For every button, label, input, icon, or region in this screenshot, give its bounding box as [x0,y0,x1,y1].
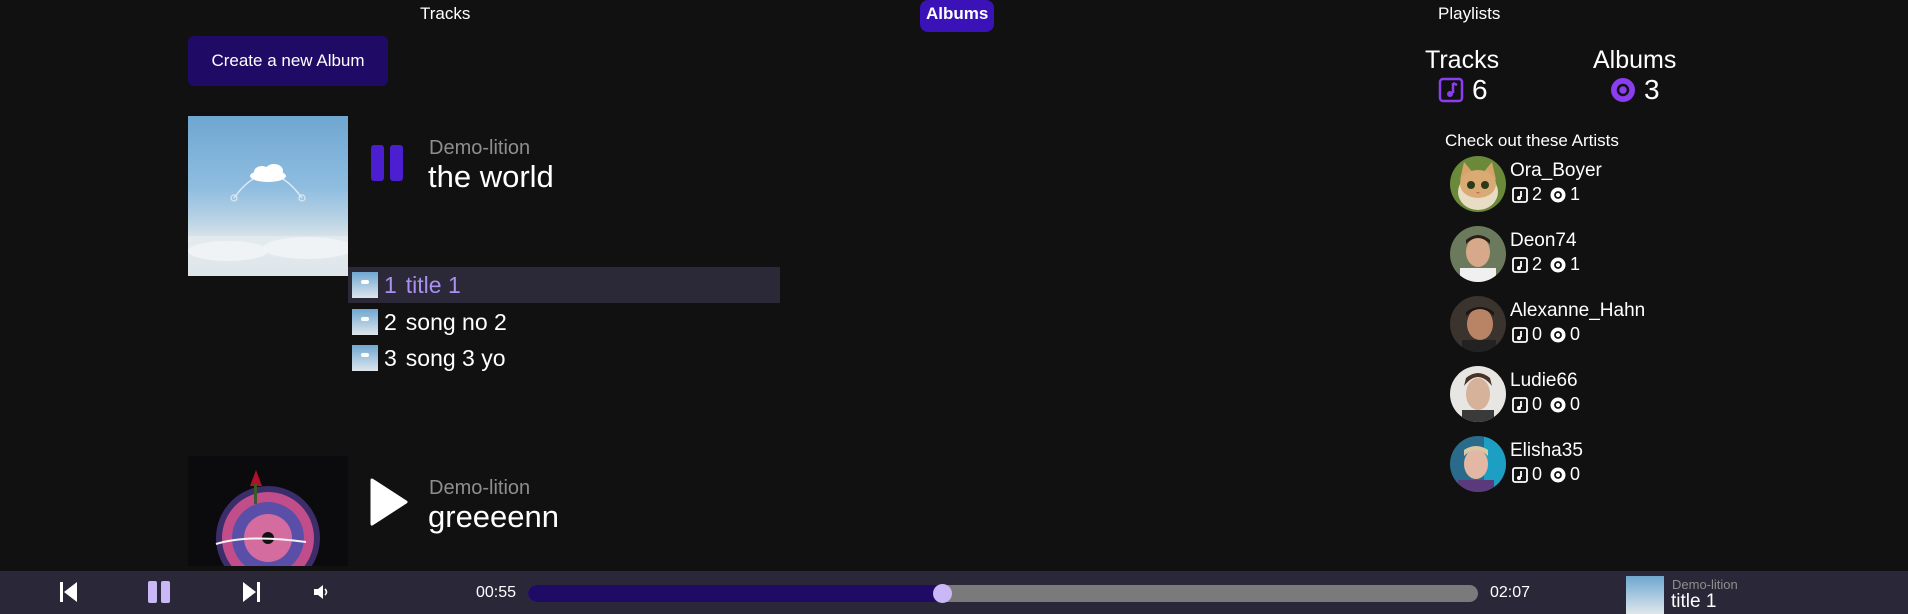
artist-stats: 2 1 [1512,184,1588,205]
music-note-icon [1512,186,1528,203]
album-title: greeeenn [428,499,560,534]
skip-previous-icon[interactable] [58,579,80,610]
artist-album-count: 1 [1570,254,1581,274]
avatar [1450,366,1506,422]
artist-row-ludie66[interactable]: Ludie66 0 0 [1448,366,1708,424]
artist-track-count: 0 [1532,464,1543,484]
track-name: song 3 yo [405,344,506,371]
music-note-icon [1512,396,1528,413]
track-thumbnail [352,272,378,298]
music-note-icon [1438,77,1464,103]
current-time: 00:55 [476,584,517,601]
disc-icon [1550,327,1566,342]
tab-tracks[interactable]: Tracks [420,0,470,32]
artist-track-count: 2 [1532,184,1543,204]
album-cover-greeeenn[interactable] [188,456,348,566]
stat-tracks-value: 6 [1472,74,1488,105]
tab-playlists[interactable]: Playlists [1438,0,1500,32]
track-number: 1 [384,271,397,298]
progress-fill [528,585,943,602]
artists-heading: Check out these Artists [1445,131,1619,150]
stat-albums: 3 [1610,74,1660,106]
album-artist: Demo-lition [429,477,531,499]
album-cover-the-world[interactable] [188,116,348,276]
progress-bar[interactable] [528,584,1478,603]
stat-tracks: 6 [1438,74,1488,106]
total-time: 02:07 [1490,584,1531,601]
track-thumbnail [352,309,378,335]
disc-icon [1550,467,1566,482]
album-artist: Demo-lition [429,137,531,159]
music-note-icon [1512,466,1528,483]
track-number: 2 [384,308,397,335]
artist-name: Elisha35 [1510,440,1583,461]
stat-albums-value: 3 [1644,74,1660,105]
track-name: title 1 [405,271,461,298]
artist-track-count: 0 [1532,394,1543,414]
artist-row-deon74[interactable]: Deon74 2 1 [1448,226,1708,284]
track-name: song no 2 [405,308,507,335]
now-playing-artist: Demo-lition [1672,577,1738,592]
pause-icon[interactable] [366,140,410,192]
track-thumbnail [352,345,378,371]
artist-name: Alexanne_Hahn [1510,300,1646,321]
disc-icon [1550,397,1566,412]
now-playing-title: title 1 [1671,591,1717,612]
avatar [1450,226,1506,282]
pause-icon[interactable] [146,579,172,610]
artist-stats: 2 1 [1512,254,1588,275]
music-note-icon [1512,256,1528,273]
avatar [1450,296,1506,352]
disc-artwork [188,456,348,566]
artist-album-count: 0 [1570,324,1581,344]
artist-album-count: 0 [1570,464,1581,484]
music-note-icon [1512,326,1528,343]
track-row[interactable]: 1 title 1 [348,267,780,303]
artist-name: Ora_Boyer [1510,160,1602,181]
now-playing-thumbnail [1626,576,1664,614]
artist-name: Ludie66 [1510,370,1578,391]
album-title: the world [428,159,554,194]
player-bar: 00:55 02:07 Demo-lition title 1 [0,571,1908,614]
artist-row-ora-boyer[interactable]: Ora_Boyer 2 1 [1448,156,1708,214]
avatar [1450,156,1506,212]
artist-album-count: 0 [1570,394,1581,414]
artist-album-count: 1 [1570,184,1581,204]
artist-track-count: 2 [1532,254,1543,274]
disc-icon [1550,187,1566,202]
tab-albums[interactable]: Albums [920,0,995,32]
artist-row-elisha35[interactable]: Elisha35 0 0 [1448,436,1708,494]
music-app: Tracks Albums Playlists Create a new Alb… [0,0,1908,614]
disc-icon [1611,78,1635,102]
artist-stats: 0 0 [1512,394,1588,415]
artist-name: Deon74 [1510,230,1577,251]
avatar [1450,436,1506,492]
artist-track-count: 0 [1532,324,1543,344]
create-album-button[interactable]: Create a new Album [188,36,388,86]
cloud-artwork [188,164,348,276]
track-number: 3 [384,344,397,371]
stat-albums-label: Albums [1593,46,1677,74]
artist-row-alexanne-hahn[interactable]: Alexanne_Hahn 0 0 [1448,296,1708,354]
skip-next-icon[interactable] [240,579,262,610]
track-row[interactable]: 3 song 3 yo [348,340,780,376]
artist-stats: 0 0 [1512,324,1588,345]
volume-icon[interactable] [312,582,332,607]
track-row[interactable]: 2 song no 2 [348,304,780,340]
disc-icon [1550,257,1566,272]
progress-knob[interactable] [933,584,953,603]
stat-tracks-label: Tracks [1425,46,1500,74]
artist-stats: 0 0 [1512,464,1588,485]
play-icon[interactable] [366,476,410,528]
